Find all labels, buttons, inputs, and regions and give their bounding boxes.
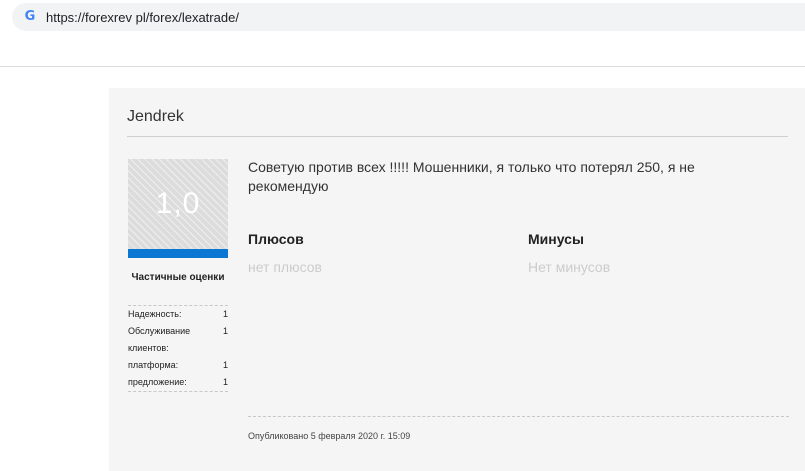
rating-label: Обслуживание клиентов: [128, 326, 191, 353]
partial-ratings-title: Частичные оценки [131, 272, 225, 283]
score-value: 1,0 [155, 187, 201, 220]
rating-value: 1 [222, 309, 228, 319]
cons-title: Минусы [528, 231, 584, 247]
author-divider [127, 136, 788, 137]
review-text: Советую против всех !!!!! Мошенники, я т… [248, 159, 695, 194]
score-box: 1,0 [128, 159, 228, 249]
rating-label: платформа: [128, 360, 179, 370]
rating-label: предложение: [128, 377, 187, 387]
pros-value: нет плюсов [248, 259, 322, 275]
google-g-icon: G [24, 9, 36, 24]
rating-value: 1 [222, 360, 228, 370]
header-divider [0, 66, 805, 67]
published-date: Опубликовано 5 февраля 2020 г. 15:09 [248, 431, 411, 441]
review-author: Jendrek [127, 108, 184, 125]
rating-value: 1 [222, 326, 228, 336]
rating-row: Надежность: 1 [128, 306, 228, 323]
rating-row: платформа: 1 [128, 357, 228, 374]
rating-value: 1 [222, 377, 228, 387]
partial-ratings-list: Надежность: 1 Обслуживание клиентов: 1 п… [128, 305, 228, 392]
score-bar [128, 249, 228, 258]
cons-value: Нет минусов [528, 259, 611, 275]
review-card: Jendrek 1,0 Частичные оценки Надежность:… [109, 88, 805, 471]
address-bar[interactable]: G https://forexrev pl/forex/lexatrade/ [12, 3, 805, 31]
ratings-divider [128, 391, 228, 392]
pros-title: Плюсов [248, 231, 304, 247]
url-text[interactable]: https://forexrev pl/forex/lexatrade/ [46, 10, 239, 25]
rating-row: предложение: 1 [128, 374, 228, 391]
rating-row: Обслуживание клиентов: 1 [128, 323, 228, 357]
footer-divider [248, 416, 789, 417]
rating-label: Надежность: [128, 309, 182, 319]
